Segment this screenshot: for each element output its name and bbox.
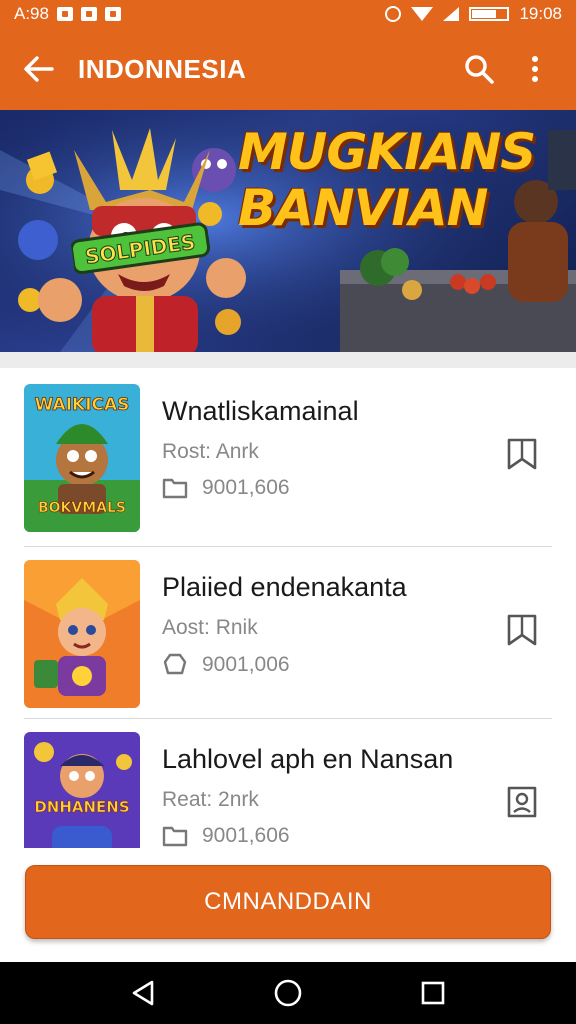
app-bar: INDONNESIA <box>0 28 576 110</box>
status-time-left: A:98 <box>14 4 49 23</box>
gallery-icon <box>80 7 97 21</box>
thumbnail-title-top: WAIKICAS <box>35 395 130 415</box>
item-subtitle: Aost: Rnik <box>162 616 258 639</box>
search-button[interactable] <box>462 52 496 86</box>
item-meta: 9001,606 <box>162 476 290 500</box>
banner-headline: MUGKIANS BANVIAN <box>238 124 568 236</box>
badge-icon <box>507 786 537 818</box>
game-thumbnail <box>24 560 140 708</box>
battery-icon <box>469 7 510 21</box>
bookmark-button[interactable] <box>502 434 542 474</box>
folder-icon <box>162 826 188 847</box>
app-bar-actions <box>462 52 576 86</box>
more-vert-icon <box>532 56 538 82</box>
item-meta-value: 9001,606 <box>202 476 290 499</box>
item-meta: 9001,606 <box>162 824 290 848</box>
back-triangle-icon <box>132 980 153 1006</box>
item-title: Lahlovel aph en Nansan <box>162 744 454 774</box>
message-icon <box>104 7 121 21</box>
status-left: A:98 <box>14 4 121 24</box>
back-arrow-icon <box>24 56 54 82</box>
nav-recents-button[interactable] <box>413 973 453 1013</box>
home-circle-icon <box>274 979 302 1007</box>
nav-home-button[interactable] <box>268 973 308 1013</box>
notification-icon <box>56 7 73 21</box>
system-nav-bar <box>0 962 576 1024</box>
folder-icon <box>162 478 188 499</box>
cta-container: CMNANDDAIN <box>0 848 576 962</box>
thumbnail-art: WAIKICAS BOKVMALS <box>24 384 140 532</box>
game-thumbnail: WAIKICAS BOKVMALS <box>24 384 140 532</box>
list-item[interactable]: Plaiied endenakanta Aost: Rnik 9001,006 <box>24 544 552 718</box>
app-screen: A:98 19:08 INDONNESIA MUGKIANS BANVIAN S… <box>0 0 576 1024</box>
list-item[interactable]: DNHANENS Lahlovel aph en Nansan Reat: 2n… <box>24 716 552 848</box>
search-icon <box>465 55 494 84</box>
back-button[interactable] <box>0 28 78 110</box>
bookmark-icon <box>507 438 537 470</box>
section-divider <box>0 352 576 368</box>
page-title: INDONNESIA <box>78 53 247 84</box>
more-options-button[interactable] <box>518 52 552 86</box>
thumbnail-title-bottom: BOKVMALS <box>38 500 126 516</box>
bookmark-icon <box>507 614 537 646</box>
badge-button[interactable] <box>502 782 542 822</box>
game-list: WAIKICAS BOKVMALS Wnatliskamainal Rost: … <box>0 368 576 848</box>
item-subtitle: Reat: 2nrk <box>162 788 259 811</box>
thumbnail-art: DNHANENS <box>24 732 140 848</box>
thumbnail-art <box>24 560 140 708</box>
thumbnail-title-top: DNHANENS <box>34 798 129 816</box>
recents-square-icon <box>422 981 445 1005</box>
item-subtitle: Rost: Anrk <box>162 440 259 463</box>
status-bar: A:98 19:08 <box>0 0 576 28</box>
status-time-right: 19:08 <box>519 4 562 23</box>
game-thumbnail: DNHANENS <box>24 732 140 848</box>
alarm-icon <box>385 6 402 22</box>
status-right: 19:08 <box>385 4 562 24</box>
signal-icon <box>443 7 460 21</box>
banner-headline-line2: BANVIAN <box>238 179 489 237</box>
nav-back-button[interactable] <box>123 973 163 1013</box>
wifi-icon <box>411 7 434 21</box>
shield-icon <box>163 653 187 675</box>
item-title: Wnatliskamainal <box>162 396 359 426</box>
item-title: Plaiied endenakanta <box>162 572 407 602</box>
promo-banner[interactable]: MUGKIANS BANVIAN SOLPIDES <box>0 110 576 352</box>
list-item[interactable]: WAIKICAS BOKVMALS Wnatliskamainal Rost: … <box>24 368 552 542</box>
bookmark-button[interactable] <box>502 610 542 650</box>
item-meta-value: 9001,006 <box>202 653 290 676</box>
item-meta: 9001,006 <box>162 652 290 678</box>
primary-cta-button[interactable]: CMNANDDAIN <box>25 865 551 939</box>
banner-headline-line1: MUGKIANS <box>238 123 536 181</box>
item-meta-value: 9001,606 <box>202 824 290 847</box>
